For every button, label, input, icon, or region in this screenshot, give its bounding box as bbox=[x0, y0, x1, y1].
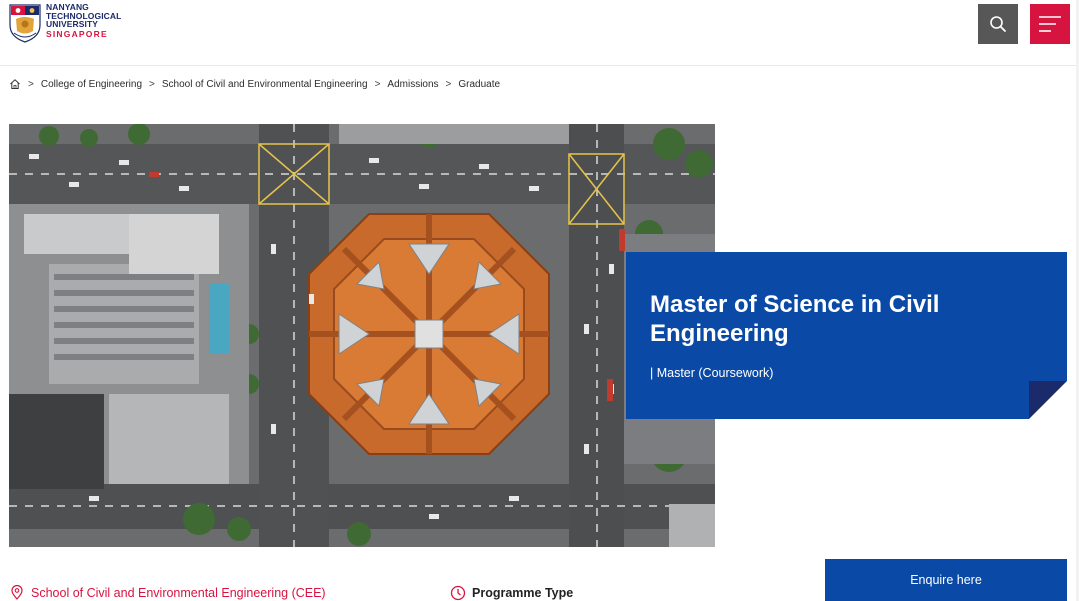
breadcrumb-separator: > bbox=[445, 78, 452, 90]
enquire-here-button[interactable]: Enquire here bbox=[825, 559, 1067, 601]
school-cee-link[interactable]: School of Civil and Environmental Engine… bbox=[11, 585, 326, 600]
breadcrumb-admissions[interactable]: Admissions bbox=[387, 79, 438, 90]
search-button[interactable] bbox=[978, 4, 1018, 44]
breadcrumb: > College of Engineering > School of Civ… bbox=[9, 78, 500, 90]
programme-type-text: | Master (Coursework) bbox=[650, 366, 774, 380]
breadcrumb-graduate[interactable]: Graduate bbox=[458, 79, 500, 90]
aerial-view-illustration bbox=[9, 124, 715, 547]
breadcrumb-separator: > bbox=[28, 78, 34, 90]
programme-title-card: Master of Science in Civil Engineering |… bbox=[626, 252, 1067, 419]
search-icon bbox=[990, 16, 1006, 32]
ntu-crest-icon bbox=[9, 4, 41, 43]
clock-icon bbox=[450, 585, 466, 601]
card-corner-decoration bbox=[1029, 381, 1067, 419]
breadcrumb-school-cee[interactable]: School of Civil and Environmental Engine… bbox=[162, 79, 368, 90]
breadcrumb-separator: > bbox=[149, 78, 155, 90]
logo-text-line-4: SINGAPORE bbox=[46, 28, 108, 39]
location-pin-icon bbox=[11, 585, 23, 600]
programme-type-heading: Programme Type bbox=[450, 585, 573, 601]
school-cee-label: School of Civil and Environmental Engine… bbox=[31, 585, 326, 600]
hamburger-menu-icon bbox=[1039, 16, 1061, 32]
breadcrumb-college-of-engineering[interactable]: College of Engineering bbox=[41, 79, 142, 90]
logo-text-line-3: UNIVERSITY bbox=[46, 19, 99, 29]
programme-type-label: Programme Type bbox=[472, 586, 574, 600]
breadcrumb-separator: > bbox=[374, 78, 381, 90]
menu-button[interactable] bbox=[1030, 4, 1070, 44]
hero-image bbox=[9, 124, 715, 547]
ntu-logo[interactable]: NANYANG TECHNOLOGICAL UNIVERSITY SINGAPO… bbox=[8, 3, 121, 43]
site-header: NANYANG TECHNOLOGICAL UNIVERSITY SINGAPO… bbox=[0, 0, 1079, 66]
programme-title: Master of Science in Civil Engineering bbox=[650, 291, 940, 347]
home-icon[interactable] bbox=[9, 78, 21, 90]
